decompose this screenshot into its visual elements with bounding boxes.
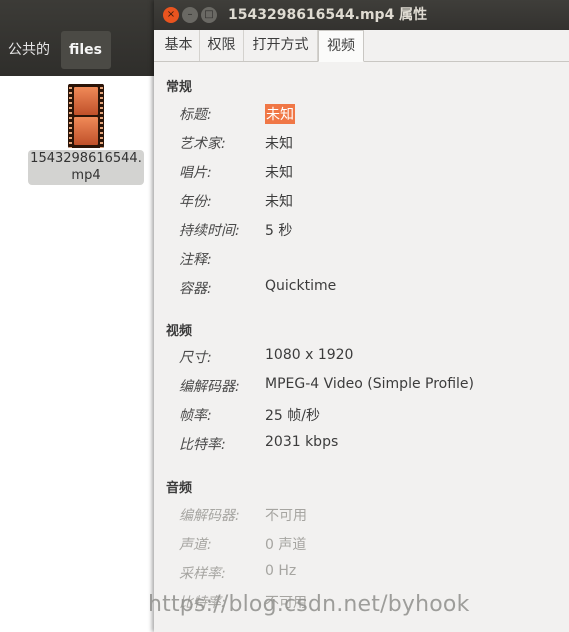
- row-title: 标题: 未知: [154, 104, 569, 124]
- row-video-bitrate: 比特率: 2031 kbps: [154, 434, 569, 454]
- duration-label: 持续时间:: [179, 223, 240, 239]
- tab-open-with[interactable]: 打开方式: [244, 30, 318, 61]
- album-value[interactable]: 未知: [265, 162, 293, 182]
- duration-value[interactable]: 5 秒: [265, 220, 292, 240]
- dimensions-value[interactable]: 1080 x 1920: [265, 347, 353, 363]
- maximize-button[interactable]: □: [201, 7, 217, 23]
- audio-codec-value[interactable]: 不可用: [265, 505, 307, 525]
- dialog-title: 1543298616544.mp4 属性: [228, 7, 428, 23]
- row-album: 唱片: 未知: [154, 162, 569, 182]
- tab-basic[interactable]: 基本: [158, 30, 200, 61]
- properties-dialog: × – □ 1543298616544.mp4 属性 基本 权限 打开方式 视频…: [154, 0, 569, 632]
- close-button[interactable]: ×: [163, 7, 179, 23]
- title-value[interactable]: 未知: [265, 104, 295, 124]
- channels-value[interactable]: 0 声道: [265, 534, 306, 554]
- section-header-audio: 音频: [166, 481, 193, 496]
- row-channels: 声道: 0 声道: [154, 534, 569, 554]
- video-bitrate-value[interactable]: 2031 kbps: [265, 434, 338, 450]
- comment-label: 注释:: [179, 252, 212, 268]
- audio-codec-label: 编解码器:: [179, 508, 240, 524]
- row-video-codec: 编解码器: MPEG-4 Video (Simple Profile): [154, 376, 569, 396]
- video-bitrate-label: 比特率:: [179, 437, 226, 453]
- row-year: 年份: 未知: [154, 191, 569, 211]
- year-label: 年份:: [179, 194, 212, 210]
- sample-rate-label: 采样率:: [179, 566, 226, 582]
- row-container: 容器: Quicktime: [154, 278, 569, 298]
- dialog-titlebar: × – □ 1543298616544.mp4 属性: [154, 0, 569, 30]
- row-sample-rate: 采样率: 0 Hz: [154, 563, 569, 583]
- album-label: 唱片:: [179, 165, 212, 181]
- year-value[interactable]: 未知: [265, 191, 293, 211]
- file-manager-toolbar: 公共的 files: [0, 0, 160, 76]
- frame-rate-label: 帧率:: [179, 408, 212, 424]
- row-dimensions: 尺寸: 1080 x 1920: [154, 347, 569, 367]
- sample-rate-value[interactable]: 0 Hz: [265, 563, 296, 579]
- file-name-label: 1543298616544. mp4: [28, 150, 144, 185]
- title-label: 标题:: [179, 107, 212, 123]
- video-codec-label: 编解码器:: [179, 379, 240, 395]
- channels-label: 声道:: [179, 537, 212, 553]
- file-name-line-2: mp4: [71, 168, 101, 183]
- container-label: 容器:: [179, 281, 212, 297]
- section-header-general: 常规: [166, 80, 193, 95]
- frame-rate-value[interactable]: 25 帧/秒: [265, 405, 320, 425]
- section-header-video: 视频: [166, 324, 193, 339]
- file-manager-window: 公共的 files 1543298616544. mp4: [0, 0, 160, 632]
- watermark-text: https://blog.csdn.net/byhook: [148, 592, 470, 617]
- row-frame-rate: 帧率: 25 帧/秒: [154, 405, 569, 425]
- dimensions-label: 尺寸:: [179, 350, 212, 366]
- container-value[interactable]: Quicktime: [265, 278, 336, 294]
- artist-label: 艺术家:: [179, 136, 226, 152]
- tab-video[interactable]: 视频: [318, 30, 364, 62]
- row-comment: 注释:: [154, 249, 569, 269]
- path-button-files[interactable]: files: [61, 31, 111, 69]
- file-name-line-1: 1543298616544.: [30, 151, 142, 166]
- tab-permissions[interactable]: 权限: [200, 30, 244, 61]
- file-item-mp4[interactable]: 1543298616544. mp4: [28, 82, 144, 185]
- minimize-button[interactable]: –: [182, 7, 198, 23]
- tab-bar: 基本 权限 打开方式 视频: [154, 30, 569, 62]
- row-artist: 艺术家: 未知: [154, 133, 569, 153]
- row-duration: 持续时间: 5 秒: [154, 220, 569, 240]
- row-audio-codec: 编解码器: 不可用: [154, 505, 569, 525]
- video-file-icon: [68, 84, 104, 148]
- video-codec-value[interactable]: MPEG-4 Video (Simple Profile): [265, 376, 474, 392]
- artist-value[interactable]: 未知: [265, 133, 293, 153]
- path-button-public[interactable]: 公共的: [0, 31, 58, 69]
